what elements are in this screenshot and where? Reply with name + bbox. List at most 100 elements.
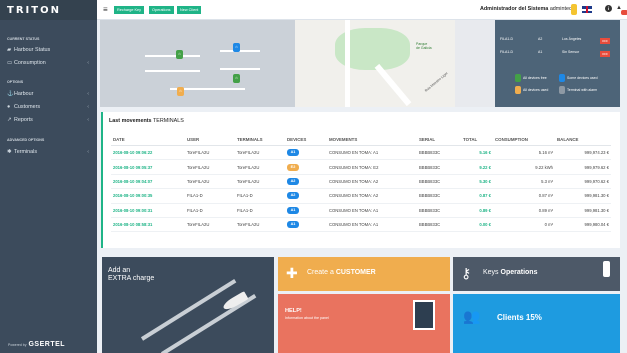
user-menu[interactable]: Administrador del Sistema admintec ▾ <box>480 6 576 12</box>
key-icon: ⚷ <box>461 265 472 281</box>
cell-terminal: ToreFILA2U <box>235 174 285 190</box>
sidebar-item-customers[interactable]: ● Customers ‹ <box>0 101 97 113</box>
cell-device: A1 <box>285 203 327 218</box>
create-customer-tile[interactable]: ✚ Create a CUSTOMER <box>278 257 450 291</box>
terminal-pin-full[interactable]: ⌂ <box>177 87 184 96</box>
off-button[interactable]: OFF <box>600 38 610 44</box>
anchor-icon: ⚓ <box>7 91 14 97</box>
cell-movement: CONSUMO EN TOMA: A2 <box>327 174 417 190</box>
harbour-water <box>100 20 295 107</box>
recharge-key-button[interactable]: Recharge Key <box>114 6 145 14</box>
col-consumption[interactable]: CONSUMPTION <box>493 134 555 146</box>
section-advanced-options: ADVANCED OPTIONS <box>7 138 45 142</box>
col-devices[interactable]: DEVICES <box>285 134 327 146</box>
legend-label: Some devices used <box>567 76 598 80</box>
menu-toggle-icon[interactable]: ≡ <box>103 5 108 14</box>
cell-balance: 999,974.23 € <box>555 145 611 161</box>
cell-total: 0.00 € <box>461 217 493 233</box>
cell-movement: CONSUMO EN TOMA: A1 <box>327 203 417 218</box>
cell-date: 2016-08-10 08:58:31 <box>111 217 185 233</box>
clients-stat: Clients 15% <box>497 313 542 322</box>
usb-key-icon <box>603 261 610 277</box>
device-badge[interactable]: A1 <box>287 221 299 229</box>
table-row[interactable]: 2016-08-10 09:05:37 ToreFILA2U ToreFILA2U E… <box>111 159 611 175</box>
cell-user: ToreFILA2U <box>185 145 235 161</box>
table-row[interactable]: 2016-08-10 09:06:22 ToreFILA2U ToreFILA2U A… <box>111 145 611 161</box>
terminal-pin-used[interactable]: ⌂ <box>233 43 240 52</box>
col-user[interactable]: USER <box>185 134 235 146</box>
col-terminals[interactable]: TERMINALS <box>235 134 285 146</box>
cell-balance: 999,980.04 € <box>555 217 611 233</box>
cell-terminal: ToreFILA2U <box>235 145 285 161</box>
cell-serial: BBBB833C <box>417 174 461 190</box>
cell-consumption: 0 m³ <box>493 217 555 233</box>
device-badge[interactable]: E2 <box>287 163 299 171</box>
legend-label: Terminal with alarm <box>567 88 598 92</box>
col-serial[interactable]: SERIAL <box>417 134 461 146</box>
cell-device: E2 <box>285 159 327 175</box>
uk-flag-icon[interactable] <box>582 6 592 13</box>
cell-consumption: 9.22 kWh <box>493 159 555 175</box>
legend-free-icon <box>515 74 521 82</box>
cell-user: ToreFILA2U <box>185 217 235 233</box>
device-badge[interactable]: A2 <box>287 177 299 185</box>
help-tile[interactable]: HELP! Information about the panel <box>278 294 450 353</box>
cell-user: ToreFILA2U <box>185 174 235 190</box>
terminal-pin-free[interactable]: ⌂ <box>176 50 183 59</box>
table-row[interactable]: 2016-08-10 09:00:31 FILA1-D FILA1-D A1 CONSU… <box>111 203 611 218</box>
table-row[interactable]: 2016-08-10 08:58:31 ToreFILA2U ToreFILA2U A… <box>111 217 611 233</box>
sidebar-item-harbour-status[interactable]: ▰ Harbour Status <box>0 44 97 56</box>
device-badge[interactable]: A1 <box>287 149 299 157</box>
brand-logo[interactable]: GSERTEL <box>28 341 65 348</box>
legend-alarm-icon <box>559 86 565 94</box>
cell-consumption: 5.16 m³ <box>493 145 555 161</box>
col-movements[interactable]: MOVEMENTS <box>327 134 417 146</box>
keys-operations-tile[interactable]: ⚷ Keys Operations <box>453 257 620 291</box>
sidebar-item-terminals[interactable]: ✱ Terminals ‹ <box>0 146 97 158</box>
cell-consumption: 5.3 m³ <box>493 174 555 190</box>
movements-table: DATE USER TERMINALS DEVICES MOVEMENTS SE… <box>111 134 611 233</box>
col-balance[interactable]: BALANCE <box>555 134 611 146</box>
cell-date: 2016-08-10 09:04:07 <box>111 174 185 190</box>
cell-date: 2016-08-10 09:05:37 <box>111 159 185 175</box>
add-extra-charge-tile[interactable]: Add an EXTRA charge <box>102 257 274 353</box>
operations-button[interactable]: Operations <box>149 6 174 14</box>
new-client-button[interactable]: New Client <box>177 6 202 14</box>
device-badge[interactable]: A1 <box>287 206 299 214</box>
bookmark-icon: ▰ <box>7 47 12 53</box>
legend-used-icon <box>559 74 565 82</box>
cell-terminal: FILA1-D <box>235 203 285 218</box>
clients-tile[interactable]: 👥 Clients 15% <box>453 294 620 353</box>
off-button[interactable]: OFF <box>600 51 610 57</box>
key-icon[interactable] <box>571 4 577 15</box>
col-date[interactable]: DATE <box>111 134 185 146</box>
app-logo[interactable]: TRITON <box>0 0 97 20</box>
sidebar-item-reports[interactable]: ↗ Reports ‹ <box>0 114 97 126</box>
table-row[interactable]: 2016-08-10 09:00:35 FILA1-D FILA1-D A2 CONSU… <box>111 188 611 204</box>
cell-serial: BBBB833C <box>417 188 461 204</box>
col-total[interactable]: TOTAL <box>461 134 493 146</box>
device-badge[interactable]: A2 <box>287 192 299 200</box>
pier <box>145 70 200 72</box>
pier <box>145 55 200 57</box>
cell-device: A2 <box>285 174 327 190</box>
terminal-pin-free[interactable]: ⌂ <box>233 74 240 83</box>
sidebar-item-harbour[interactable]: ⚓Harbour ‹ <box>0 88 97 100</box>
harbour-map[interactable]: Parque de Galicia Rúa Maestro Liger ⌂ ⌂ ⌂… <box>100 20 620 107</box>
help-subtitle: Information about the panel <box>285 316 329 320</box>
table-row[interactable]: 2016-08-10 09:04:07 ToreFILA2U ToreFILA2U A… <box>111 174 611 190</box>
cell-user: FILA1-D <box>185 188 235 204</box>
cell-terminal: ToreFILA2U <box>235 217 285 233</box>
last-movements-panel: Last movements TERMINALS DATE USER TERMI… <box>101 112 620 248</box>
map-legend-panel: FILA1-D A2 Los Ángeles OFF FILA1-D A1 Sin Sen… <box>495 20 620 107</box>
topbar: ≡ Recharge Key Operations New Client Adm… <box>97 0 627 20</box>
info-icon[interactable]: i <box>605 5 612 12</box>
legend-terminal-row[interactable]: FILA1-D A1 Sin Sensor OFF <box>500 50 615 59</box>
powered-by: Powered by GSERTEL <box>8 341 66 348</box>
legend-terminal-row[interactable]: FILA1-D A2 Los Ángeles OFF <box>500 37 615 46</box>
cell-total: 9.22 € <box>461 159 493 175</box>
cell-serial: BBBB833C <box>417 145 461 161</box>
sidebar-item-consumption[interactable]: ▭ Consumption ‹ <box>0 57 97 69</box>
sidebar: TRITON CURRENT STATUS ▰ Harbour Status ▭ C… <box>0 0 97 353</box>
cell-serial: BBBB833C <box>417 159 461 175</box>
